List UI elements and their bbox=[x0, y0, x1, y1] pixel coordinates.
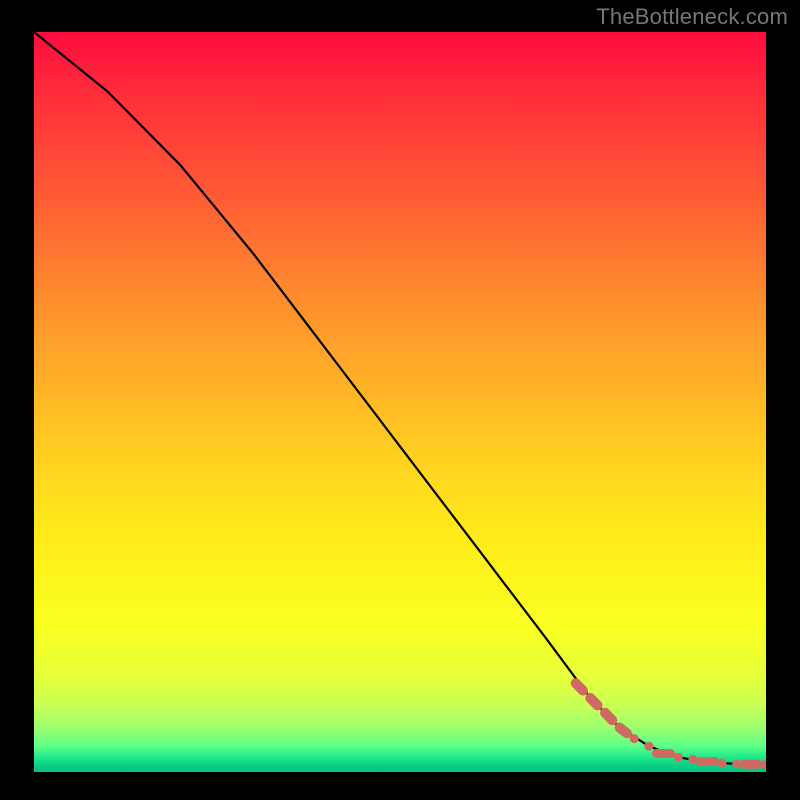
plot-area bbox=[34, 32, 766, 772]
chart-overlay bbox=[34, 32, 766, 772]
watermark-text: TheBottleneck.com bbox=[596, 4, 788, 30]
dot-point bbox=[630, 734, 639, 743]
chart-root: TheBottleneck.com bbox=[0, 0, 800, 800]
dot-point bbox=[674, 753, 683, 762]
dot-dash bbox=[576, 683, 583, 690]
dot-dash bbox=[590, 698, 597, 705]
dot-point bbox=[732, 759, 741, 768]
dot-dash bbox=[605, 713, 612, 720]
curve-path bbox=[34, 32, 766, 765]
dot-point bbox=[688, 755, 697, 764]
dot-point bbox=[644, 742, 653, 751]
curve-series bbox=[34, 32, 766, 765]
dot-point bbox=[762, 760, 767, 769]
dot-point bbox=[718, 759, 727, 768]
dot-dash bbox=[620, 728, 627, 734]
dots-series bbox=[576, 683, 766, 769]
